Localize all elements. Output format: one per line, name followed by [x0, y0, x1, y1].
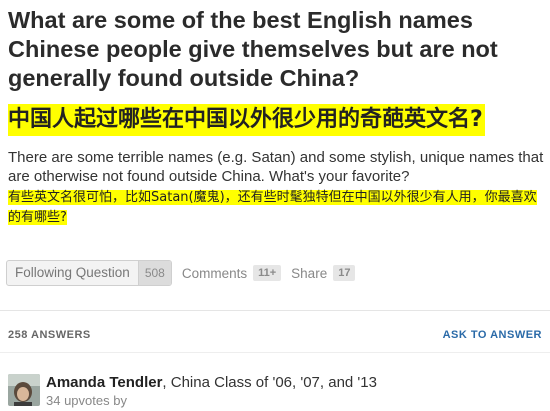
avatar-photo-icon — [8, 374, 40, 406]
question-title-chinese: 中国人起过哪些在中国以外很少用的奇葩英文名? — [8, 104, 485, 136]
upvotes-by[interactable]: 34 upvotes by — [46, 393, 127, 408]
follow-count: 508 — [137, 261, 171, 285]
answers-divider — [0, 352, 550, 353]
question-details-chinese: 有些英文名很可怕，比如Satan(魔鬼)，还有些时髦独特但在中国以外很少有人用，… — [8, 188, 548, 228]
section-divider — [0, 310, 550, 311]
follow-question-button[interactable]: Following Question 508 — [6, 260, 172, 286]
follow-question-label: Following Question — [15, 265, 130, 280]
share-count-badge: 17 — [333, 265, 356, 281]
answers-count: 258 ANSWERS — [8, 329, 91, 341]
comments-count-badge: 11+ — [253, 265, 282, 281]
question-title[interactable]: What are some of the best English names … — [8, 6, 544, 93]
question-details-chinese-text: 有些英文名很可怕，比如Satan(魔鬼)，还有些时髦独特但在中国以外很少有人用，… — [8, 190, 537, 225]
answer-author: Amanda Tendler, China Class of '06, '07,… — [46, 374, 377, 391]
share-link[interactable]: Share 17 — [291, 265, 356, 281]
question-action-bar: Following Question 508 Comments 11+ Shar… — [6, 260, 356, 286]
share-label: Share — [291, 265, 328, 281]
author-name[interactable]: Amanda Tendler — [46, 374, 162, 391]
question-details: There are some terrible names (e.g. Sata… — [8, 149, 544, 185]
author-credential: , China Class of '06, '07, and '13 — [162, 374, 377, 391]
ask-to-answer-link[interactable]: ASK TO ANSWER — [443, 329, 542, 341]
author-avatar[interactable] — [8, 374, 40, 406]
comments-link[interactable]: Comments 11+ — [181, 265, 282, 281]
comments-label: Comments — [181, 265, 248, 281]
